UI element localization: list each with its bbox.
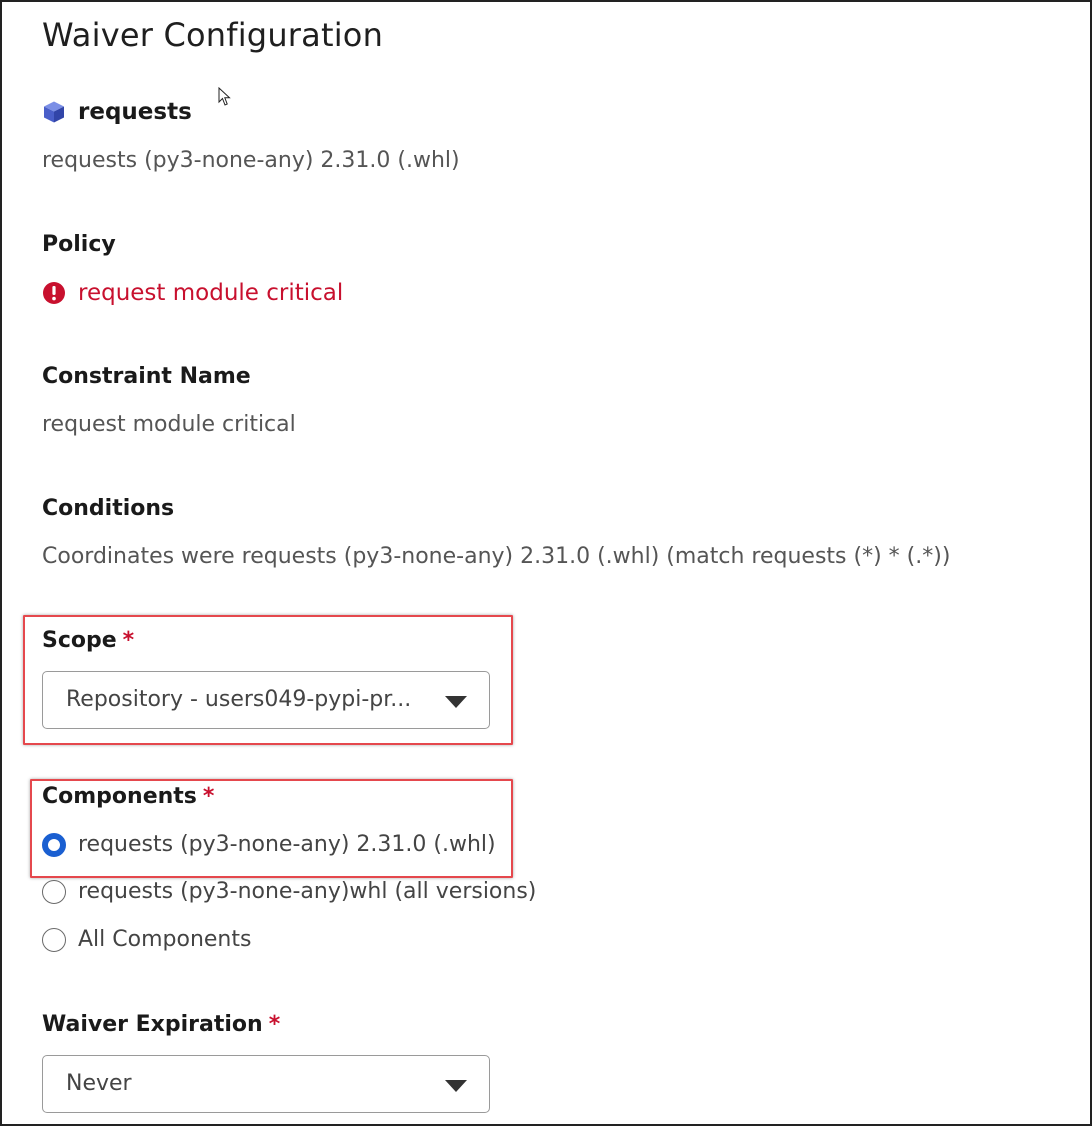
- policy-value: request module critical: [42, 280, 343, 306]
- component-name: requests: [78, 99, 192, 125]
- expiration-selected-value: Never: [66, 1071, 132, 1096]
- cube-icon: [44, 101, 64, 123]
- constraint-name-label: Constraint Name: [42, 364, 251, 389]
- component-option-all-versions[interactable]: requests (py3-none-any)whl (all versions…: [42, 879, 536, 904]
- radio-button[interactable]: [42, 879, 66, 904]
- component-coordinates: requests (py3-none-any) 2.31.0 (.whl): [42, 148, 460, 173]
- component-header: requests: [42, 99, 192, 125]
- scope-highlight-box: [23, 615, 513, 745]
- waiver-configuration-panel: Waiver Configuration requests requests (…: [0, 0, 1092, 1126]
- alert-circle-icon: [43, 282, 65, 304]
- radio-label: All Components: [78, 927, 252, 952]
- components-highlight-box: [30, 779, 513, 878]
- waiver-expiration-select[interactable]: Never: [42, 1055, 490, 1113]
- policy-label: Policy: [42, 232, 116, 257]
- caret-down-icon: [445, 1080, 467, 1092]
- conditions-value: Coordinates were requests (py3-none-any)…: [42, 544, 951, 569]
- page-title: Waiver Configuration: [42, 16, 384, 54]
- mouse-cursor-icon: [218, 87, 231, 106]
- constraint-name-value: request module critical: [42, 412, 296, 437]
- required-mark: *: [268, 1012, 281, 1037]
- radio-button[interactable]: [42, 927, 66, 952]
- component-option-all-components[interactable]: All Components: [42, 927, 251, 952]
- waiver-expiration-label: Waiver Expiration *: [42, 1012, 281, 1037]
- conditions-label: Conditions: [42, 496, 175, 521]
- radio-label: requests (py3-none-any)whl (all versions…: [78, 879, 537, 904]
- policy-link[interactable]: request module critical: [78, 280, 343, 306]
